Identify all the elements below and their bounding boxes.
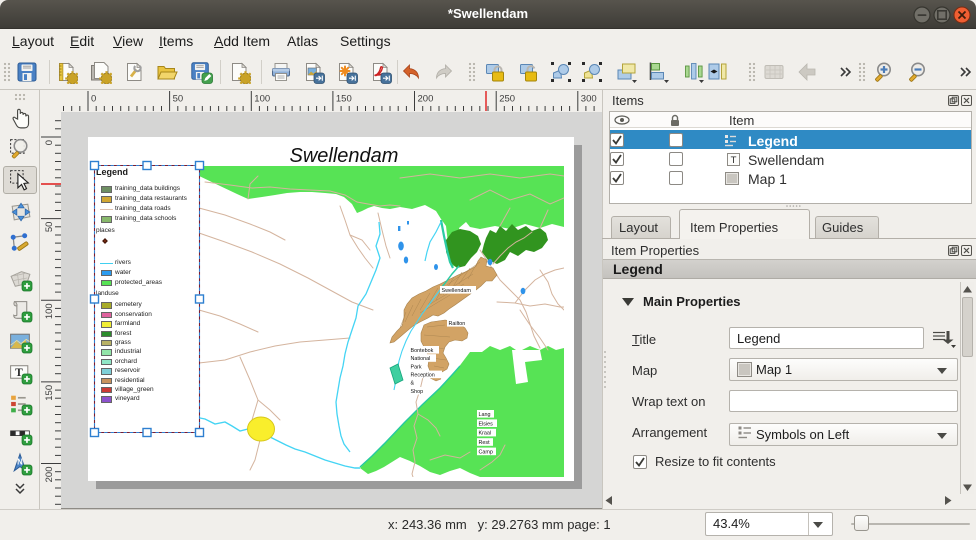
- svg-text:50: 50: [44, 222, 55, 233]
- svg-text:200: 200: [418, 94, 434, 105]
- svg-text:Park: Park: [411, 364, 422, 370]
- svg-text:100: 100: [254, 94, 270, 105]
- svg-text:50: 50: [173, 94, 184, 105]
- svg-text:Bontebok: Bontebok: [411, 348, 434, 354]
- svg-text:150: 150: [336, 94, 352, 105]
- svg-text:100: 100: [44, 303, 55, 319]
- svg-text:250: 250: [499, 94, 515, 105]
- svg-text:Reception: Reception: [411, 373, 435, 379]
- svg-text:300: 300: [581, 94, 597, 105]
- svg-text:&: &: [411, 381, 415, 387]
- svg-text:Elsies: Elsies: [479, 421, 494, 427]
- svg-text:Rest: Rest: [479, 440, 491, 446]
- svg-text:0: 0: [91, 94, 96, 105]
- svg-text:National: National: [411, 356, 431, 362]
- svg-text:N: N: [17, 458, 23, 467]
- svg-text:Shop: Shop: [411, 389, 424, 395]
- svg-text:150: 150: [44, 385, 55, 401]
- svg-text:Kraal: Kraal: [479, 431, 492, 437]
- svg-text:Swellendam: Swellendam: [442, 288, 472, 294]
- svg-text:Camp: Camp: [479, 450, 493, 456]
- svg-text:0: 0: [44, 140, 55, 145]
- svg-text:T: T: [731, 155, 737, 166]
- svg-text:200: 200: [44, 467, 55, 483]
- svg-text:Lang: Lang: [479, 412, 491, 418]
- svg-text:Railton: Railton: [449, 321, 466, 327]
